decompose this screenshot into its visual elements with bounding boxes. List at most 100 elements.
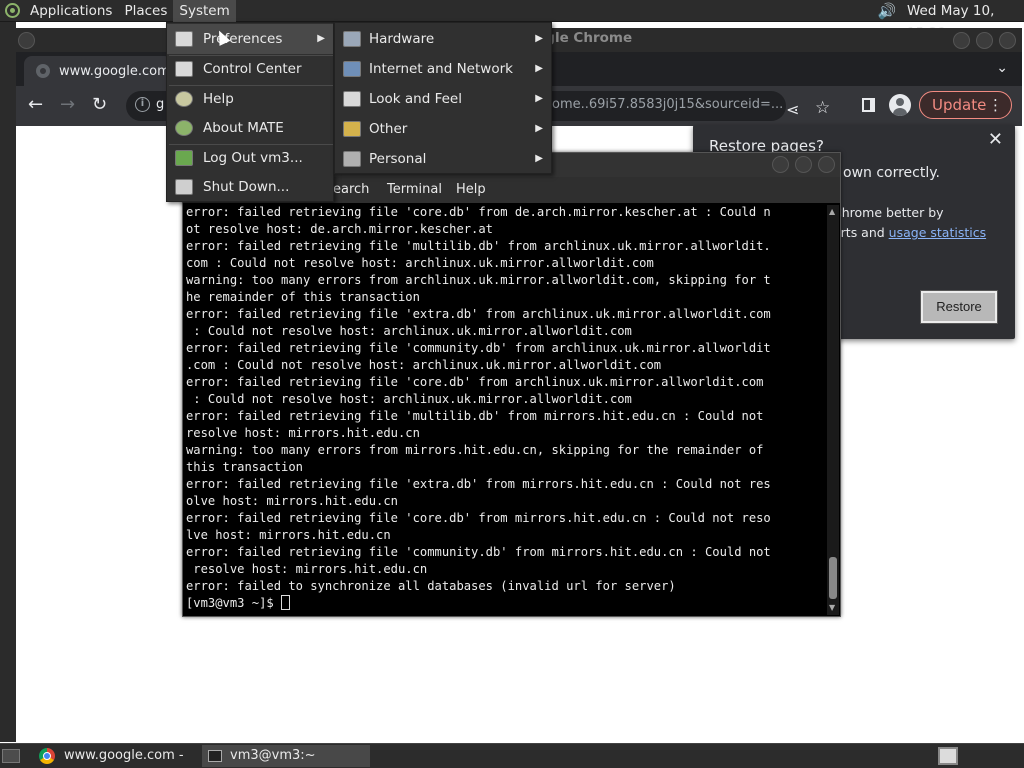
terminal-line: : Could not resolve host: archlinux.uk.m… bbox=[186, 324, 632, 338]
menu-item-label: Preferences bbox=[203, 31, 283, 47]
scroll-down-arrow-icon[interactable]: ▼ bbox=[829, 603, 835, 612]
menu-item-label: Log Out vm3... bbox=[203, 150, 303, 166]
tab-search-chevron-icon[interactable]: ⌄ bbox=[996, 60, 1008, 76]
terminal-prompt-line: [vm3@vm3 ~]$ bbox=[186, 595, 826, 612]
bottom-panel: www.google.com - ... vm3@vm3:~ bbox=[0, 743, 1024, 768]
close-icon[interactable]: ✕ bbox=[988, 129, 1003, 150]
maximize-button[interactable] bbox=[976, 32, 993, 49]
terminal-menu-search[interactable]: earch bbox=[333, 182, 369, 197]
menu-item-help[interactable]: Help bbox=[167, 84, 333, 114]
profile-avatar-icon[interactable] bbox=[889, 94, 911, 116]
terminal-line: lve host: mirrors.hit.edu.cn bbox=[186, 528, 391, 542]
submenu-item-personal[interactable]: Personal ▶ bbox=[335, 144, 551, 174]
tab-title: www.google.com bbox=[59, 63, 170, 79]
terminal-menu-terminal[interactable]: Terminal bbox=[387, 182, 442, 197]
dialog-text-line2-prefix: orts and bbox=[833, 225, 889, 240]
terminal-line: this transaction bbox=[186, 460, 303, 474]
menu-item-about-mate[interactable]: About MATE bbox=[167, 113, 333, 143]
terminal-maximize-button[interactable] bbox=[795, 156, 812, 173]
workspace-switcher[interactable] bbox=[938, 747, 958, 765]
terminal-line: warning: too many errors from archlinux.… bbox=[186, 273, 771, 287]
scroll-up-arrow-icon[interactable]: ▲ bbox=[829, 207, 835, 216]
taskbar-item-terminal[interactable]: vm3@vm3:~ bbox=[202, 745, 370, 767]
terminal-line: error: failed retrieving file 'core.db' … bbox=[186, 511, 771, 525]
log-out-icon bbox=[175, 150, 193, 166]
submenu-item-label: Internet and Network bbox=[369, 61, 513, 77]
scrollbar-thumb[interactable] bbox=[829, 557, 837, 599]
terminal-line: error: failed retrieving file 'core.db' … bbox=[186, 375, 764, 389]
terminal-scrollbar[interactable]: ▲ ▼ bbox=[827, 205, 839, 615]
menu-item-label: Help bbox=[203, 91, 234, 107]
terminal-output[interactable]: error: failed retrieving file 'core.db' … bbox=[186, 204, 826, 614]
terminal-menu-help[interactable]: Help bbox=[456, 182, 486, 197]
taskbar-item-chrome[interactable]: www.google.com - ... bbox=[36, 745, 198, 767]
show-desktop-button[interactable] bbox=[2, 749, 20, 763]
terminal-line: : Could not resolve host: archlinux.uk.m… bbox=[186, 392, 632, 406]
terminal-line: error: failed retrieving file 'community… bbox=[186, 341, 771, 355]
personal-icon bbox=[343, 151, 361, 167]
update-button[interactable]: Update ⋮ bbox=[919, 91, 1012, 119]
applications-menu[interactable]: Applications bbox=[24, 0, 118, 22]
submenu-arrow-icon: ▶ bbox=[535, 123, 543, 134]
minimize-button[interactable] bbox=[953, 32, 970, 49]
submenu-arrow-icon: ▶ bbox=[535, 63, 543, 74]
menu-item-shut-down[interactable]: Shut Down... bbox=[167, 172, 333, 202]
places-menu[interactable]: Places bbox=[118, 0, 173, 22]
side-panel-icon[interactable] bbox=[862, 98, 875, 112]
close-button[interactable] bbox=[999, 32, 1016, 49]
terminal-close-button[interactable] bbox=[818, 156, 835, 173]
menu-item-preferences[interactable]: Preferences ▶ bbox=[167, 24, 333, 54]
terminal-line: resolve host: mirrors.hit.edu.cn bbox=[186, 426, 420, 440]
preferences-icon bbox=[175, 31, 193, 47]
back-arrow-icon[interactable]: ← bbox=[28, 95, 43, 115]
submenu-item-hardware[interactable]: Hardware ▶ bbox=[335, 24, 551, 54]
taskbar-item-label: www.google.com - ... bbox=[64, 748, 184, 763]
other-tools-icon bbox=[343, 121, 361, 137]
menu-item-label: Control Center bbox=[203, 61, 302, 77]
submenu-item-label: Hardware bbox=[369, 31, 435, 47]
terminal-line: error: failed retrieving file 'extra.db'… bbox=[186, 477, 771, 491]
dialog-text-line2: orts and usage statistics bbox=[833, 225, 986, 240]
usage-statistics-link[interactable]: usage statistics bbox=[889, 225, 986, 240]
reload-icon[interactable]: ↻ bbox=[92, 95, 107, 115]
submenu-arrow-icon: ▶ bbox=[535, 93, 543, 104]
forward-arrow-icon[interactable]: → bbox=[60, 95, 75, 115]
submenu-item-other[interactable]: Other ▶ bbox=[335, 114, 551, 144]
terminal-line: ot resolve host: de.arch.mirror.kescher.… bbox=[186, 222, 493, 236]
submenu-item-look-and-feel[interactable]: Look and Feel ▶ bbox=[335, 84, 551, 114]
more-vert-icon: ⋮ bbox=[988, 96, 1003, 114]
menu-item-log-out[interactable]: Log Out vm3... bbox=[167, 143, 333, 173]
omnibox-text: g bbox=[156, 97, 165, 112]
taskbar-item-label: vm3@vm3:~ bbox=[230, 748, 316, 763]
submenu-item-internet-and-network[interactable]: Internet and Network ▶ bbox=[335, 54, 551, 84]
window-menu-button[interactable] bbox=[18, 32, 35, 49]
system-menu: Preferences ▶ Control Center Help About … bbox=[166, 22, 334, 202]
submenu-item-label: Look and Feel bbox=[369, 91, 462, 107]
tab-google[interactable]: www.google.com bbox=[24, 56, 172, 86]
control-center-icon bbox=[175, 61, 193, 77]
submenu-item-label: Personal bbox=[369, 151, 427, 167]
info-icon[interactable]: i bbox=[135, 97, 150, 112]
update-label: Update bbox=[932, 96, 987, 114]
menu-item-control-center[interactable]: Control Center bbox=[167, 54, 333, 84]
volume-icon[interactable]: 🔊 bbox=[876, 2, 898, 20]
preferences-submenu: Hardware ▶ Internet and Network ▶ Look a… bbox=[334, 22, 552, 174]
bookmark-star-icon[interactable]: ☆ bbox=[815, 98, 830, 118]
terminal-line: error: failed retrieving file 'multilib.… bbox=[186, 409, 764, 423]
terminal-line: error: failed retrieving file 'community… bbox=[186, 545, 771, 559]
submenu-arrow-icon: ▶ bbox=[535, 153, 543, 164]
system-menu-button[interactable]: System bbox=[173, 0, 236, 22]
terminal-line: error: failed to synchronize all databas… bbox=[186, 579, 676, 593]
terminal-line: warning: too many errors from mirrors.hi… bbox=[186, 443, 764, 457]
mate-logo-icon[interactable] bbox=[0, 0, 24, 22]
chrome-icon bbox=[39, 748, 55, 764]
restore-button[interactable]: Restore bbox=[920, 290, 998, 324]
share-icon[interactable]: ⋖ bbox=[786, 100, 799, 119]
terminal-minimize-button[interactable] bbox=[772, 156, 789, 173]
omnibox-url: ome..69i57.8583j0j15&sourceid=... bbox=[552, 97, 784, 112]
clock[interactable]: Wed May 10, 15:29 bbox=[907, 0, 1024, 41]
hardware-icon bbox=[343, 31, 361, 47]
terminal-cursor bbox=[281, 595, 291, 610]
submenu-arrow-icon: ▶ bbox=[535, 33, 543, 44]
menu-item-label: Shut Down... bbox=[203, 179, 290, 195]
